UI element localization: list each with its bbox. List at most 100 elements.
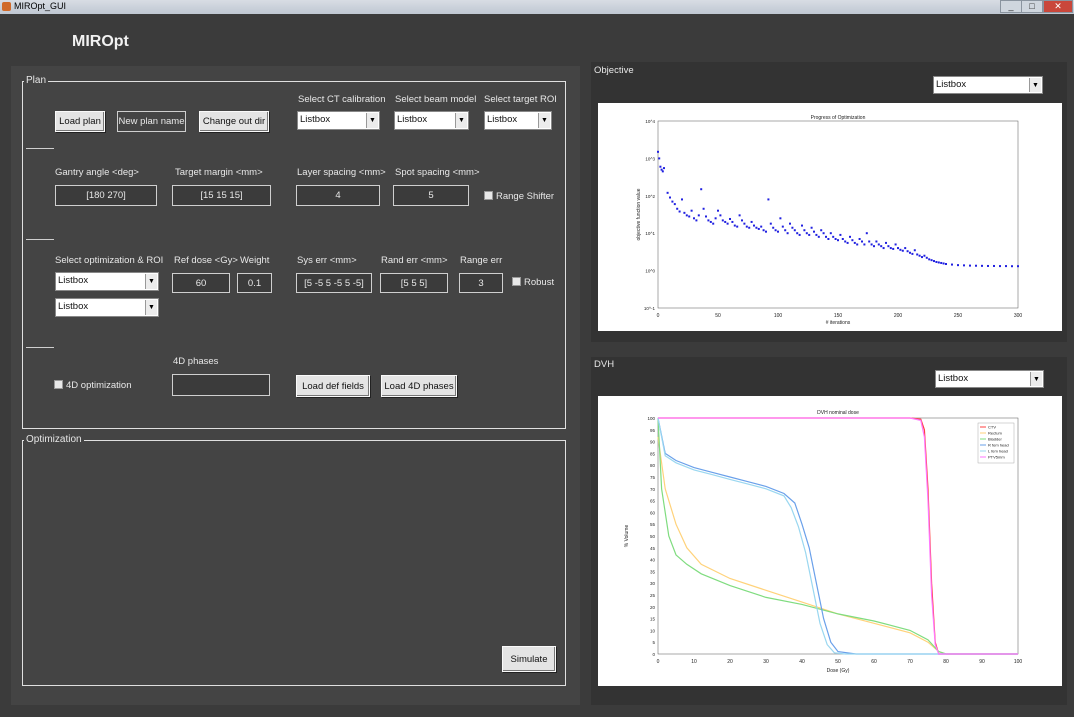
data-point	[906, 250, 909, 253]
sys-err-label: Sys err <mm>	[297, 255, 357, 266]
x-tick-label: 30	[763, 659, 769, 665]
data-point	[975, 264, 977, 267]
legend-entry: PTV5mm	[988, 455, 1005, 460]
objective-plot: Progress of Optimization 0 50 100 150 200 250 3…	[598, 103, 1062, 331]
target-margin-field[interactable]: [15 15 15]	[172, 185, 271, 206]
y-tick-label: 0	[652, 652, 655, 657]
rand-err-label: Rand err <mm>	[381, 255, 448, 266]
data-point	[930, 259, 933, 262]
beam-model-value: Listbox	[397, 114, 428, 125]
data-point	[753, 224, 755, 227]
data-point	[935, 260, 938, 263]
data-point	[743, 222, 746, 225]
spot-spacing-field[interactable]: 5	[393, 185, 469, 206]
data-point	[774, 229, 777, 232]
data-point	[791, 226, 794, 229]
data-point	[693, 217, 695, 220]
x-tick-label: 200	[894, 313, 903, 319]
x-axis-label: # iterations	[826, 320, 851, 326]
load-4d-phases-button[interactable]: Load 4D phases	[381, 375, 457, 397]
ct-calibration-select[interactable]: Listbox ▼	[297, 111, 380, 130]
data-point	[793, 229, 796, 232]
load-def-fields-button[interactable]: Load def fields	[296, 375, 370, 397]
optimization-roi-select-2[interactable]: Listbox ▼	[55, 298, 159, 317]
gantry-angle-field[interactable]: [180 270]	[55, 185, 157, 206]
select-opt-roi-label: Select optimization & ROI	[55, 255, 164, 266]
data-point	[779, 217, 782, 220]
maximize-button[interactable]: □	[1021, 0, 1043, 13]
data-point	[911, 252, 914, 255]
y-tick-label: 10^0	[645, 269, 655, 274]
4d-phases-field[interactable]	[172, 374, 270, 396]
robust-checkbox[interactable]	[512, 277, 521, 286]
ct-calibration-value: Listbox	[300, 114, 331, 125]
chevron-down-icon: ▼	[145, 300, 157, 315]
data-point	[705, 215, 707, 218]
data-point	[676, 207, 679, 210]
data-point	[798, 233, 801, 236]
data-point	[827, 237, 830, 240]
data-point	[661, 170, 664, 173]
simulate-button[interactable]: Simulate	[502, 646, 556, 672]
data-point	[844, 240, 847, 243]
y-tick-label: 90	[650, 440, 656, 445]
objective-title: Objective	[594, 65, 634, 76]
y-tick-label: 30	[650, 581, 656, 586]
data-point	[769, 222, 772, 225]
y-tick-label: 45	[650, 546, 656, 551]
layer-spacing-field[interactable]: 4	[296, 185, 380, 206]
sys-err-field[interactable]: [5 -5 5 -5 5 -5]	[296, 273, 372, 293]
ct-calibration-label: Select CT calibration	[298, 94, 386, 105]
data-point	[885, 241, 887, 244]
optimization-roi-select-1[interactable]: Listbox ▼	[55, 272, 159, 291]
data-point	[660, 168, 663, 171]
data-point	[981, 264, 983, 267]
data-point	[702, 207, 705, 210]
x-tick-label: 90	[979, 659, 985, 665]
data-point	[875, 240, 878, 243]
data-point	[709, 220, 712, 223]
data-point	[789, 222, 791, 225]
range-err-field[interactable]: 3	[459, 273, 503, 293]
data-point	[738, 214, 741, 217]
new-plan-name-field[interactable]: New plan name	[117, 111, 186, 132]
minimize-button[interactable]: _	[1000, 0, 1022, 13]
ref-dose-field[interactable]: 60	[172, 273, 230, 293]
4d-optimization-label: 4D optimization	[66, 380, 132, 391]
objective-listbox[interactable]: Listbox ▼	[933, 76, 1043, 94]
series-line	[658, 417, 1018, 655]
data-point	[887, 245, 890, 248]
data-point	[717, 209, 719, 212]
x-tick-label: 100	[1014, 659, 1023, 665]
change-out-dir-button[interactable]: Change out dir	[199, 111, 269, 132]
data-point	[904, 247, 907, 250]
beam-model-label: Select beam model	[395, 94, 477, 105]
load-plan-button[interactable]: Load plan	[55, 111, 105, 132]
data-point	[724, 220, 727, 223]
plot-frame	[657, 417, 1019, 655]
dvh-title: DVH	[594, 359, 615, 370]
data-point	[760, 225, 763, 228]
data-point	[923, 254, 926, 257]
dvh-listbox[interactable]: Listbox ▼	[935, 370, 1044, 388]
data-point	[663, 167, 665, 170]
data-point	[834, 237, 837, 240]
range-shifter-checkbox[interactable]	[484, 191, 493, 200]
4d-optimization-checkbox[interactable]	[54, 380, 63, 389]
close-button[interactable]: ✕	[1043, 0, 1073, 13]
weight-field[interactable]: 0.1	[237, 273, 272, 293]
beam-model-select[interactable]: Listbox ▼	[394, 111, 469, 130]
data-point	[721, 219, 724, 222]
data-point	[719, 214, 722, 217]
y-tick-label: 5	[652, 640, 655, 645]
x-tick-label: 150	[834, 313, 843, 319]
x-tick-label: 0	[657, 659, 660, 665]
data-point	[765, 230, 767, 233]
target-roi-select[interactable]: Listbox ▼	[484, 111, 552, 130]
data-point	[1005, 265, 1007, 268]
data-point	[892, 247, 895, 250]
rand-err-field[interactable]: [5 5 5]	[380, 273, 448, 293]
data-point	[772, 226, 775, 229]
range-err-label: Range err	[460, 255, 503, 266]
x-tick-label: 10	[691, 659, 697, 665]
